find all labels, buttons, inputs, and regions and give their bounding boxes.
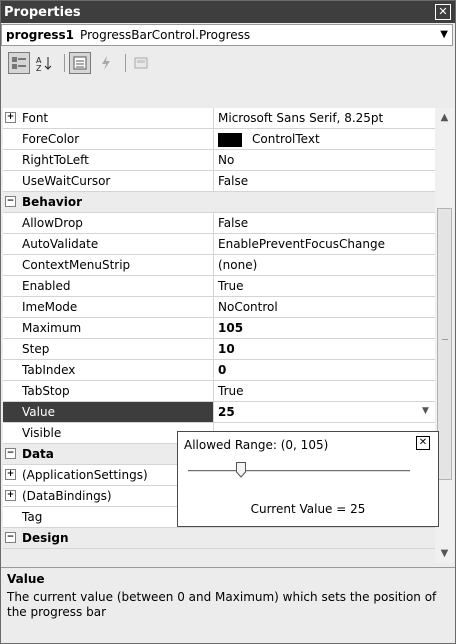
category-label: Design	[22, 531, 69, 545]
property-value-text: EnablePreventFocusChange	[218, 237, 385, 251]
toolbar: AZ	[1, 48, 455, 78]
close-icon[interactable]: ✕	[416, 436, 430, 450]
properties-window: Properties ✕ progress1 ProgressBarContro…	[0, 0, 456, 644]
object-selector[interactable]: progress1 ProgressBarControl.Progress ▼	[1, 24, 453, 46]
toolbar-separator	[64, 54, 65, 72]
property-row[interactable]: AutoValidate EnablePreventFocusChange	[3, 234, 435, 255]
property-value[interactable]: 0	[214, 360, 435, 380]
property-value-text: ControlText	[252, 132, 320, 146]
category-row[interactable]: − Design	[3, 528, 435, 549]
property-name: ContextMenuStrip	[3, 255, 214, 275]
property-value-text: 0	[218, 363, 227, 377]
value-editor-popup: Allowed Range: (0, 105) ✕ Current Value …	[177, 431, 439, 527]
property-name: Step	[3, 339, 214, 359]
property-value-text: 10	[218, 342, 235, 356]
close-icon[interactable]: ✕	[435, 4, 451, 20]
description-title: Value	[7, 572, 45, 586]
property-row[interactable]: AllowDrop False	[3, 213, 435, 234]
object-type: ProgressBarControl.Progress	[80, 28, 251, 42]
category-row[interactable]: − Behavior	[3, 192, 435, 213]
scroll-thumb[interactable]	[437, 208, 452, 480]
categorized-icon[interactable]	[8, 52, 30, 74]
property-value[interactable]: 105	[214, 318, 435, 338]
chevron-down-icon[interactable]: ▼	[418, 404, 433, 419]
property-value-text: 105	[218, 321, 244, 335]
property-value-text: True	[218, 279, 244, 293]
property-value-text: Microsoft Sans Serif, 8.25pt	[218, 111, 384, 125]
property-value[interactable]: EnablePreventFocusChange	[214, 234, 435, 254]
property-row[interactable]: ImeMode NoControl	[3, 297, 435, 318]
properties-icon[interactable]	[69, 52, 91, 74]
property-name: Enabled	[3, 276, 214, 296]
property-value[interactable]: Microsoft Sans Serif, 8.25pt	[214, 108, 435, 128]
property-row[interactable]: Value 25 ▼	[3, 402, 435, 423]
category-label: Behavior	[22, 195, 83, 209]
collapse-icon[interactable]: −	[5, 532, 16, 543]
property-value[interactable]: False	[214, 213, 435, 233]
property-name: AllowDrop	[3, 213, 214, 233]
property-row[interactable]: Enabled True	[3, 276, 435, 297]
property-row[interactable]: ContextMenuStrip (none)	[3, 255, 435, 276]
property-value-text: True	[218, 384, 244, 398]
property-name: Maximum	[3, 318, 214, 338]
property-value[interactable]: True	[214, 276, 435, 296]
description-pane: Value The current value (between 0 and M…	[1, 567, 455, 643]
scroll-up-icon[interactable]: ▲	[435, 108, 454, 127]
property-row[interactable]: TabStop True	[3, 381, 435, 402]
property-value-text: NoControl	[218, 300, 278, 314]
property-value[interactable]: No	[214, 150, 435, 170]
property-value[interactable]: ControlText	[214, 129, 435, 149]
current-value-label: Current Value = 25	[250, 502, 366, 516]
slider-track[interactable]	[188, 470, 410, 472]
property-name: UseWaitCursor	[3, 171, 214, 191]
property-value-text: (none)	[218, 258, 258, 272]
property-name: Value	[3, 402, 214, 422]
collapse-icon[interactable]: −	[5, 448, 16, 459]
property-name: Font	[3, 108, 214, 128]
property-row[interactable]: Maximum 105	[3, 318, 435, 339]
property-row[interactable]: Step 10	[3, 339, 435, 360]
property-value-text: False	[218, 216, 249, 230]
color-swatch	[218, 132, 242, 147]
property-value[interactable]: 25	[214, 402, 435, 422]
chevron-down-icon[interactable]: ▼	[440, 29, 448, 40]
expand-icon[interactable]: +	[5, 469, 16, 480]
property-value[interactable]: (none)	[214, 255, 435, 275]
object-name: progress1	[6, 28, 75, 42]
toolbar-separator	[125, 54, 126, 72]
collapse-icon[interactable]: −	[5, 196, 16, 207]
property-row[interactable]: ForeColor ControlText	[3, 129, 435, 150]
description-text: The current value (between 0 and Maximum…	[7, 590, 437, 619]
property-value-text: False	[218, 174, 249, 188]
expand-icon[interactable]: +	[5, 490, 16, 501]
property-name: RightToLeft	[3, 150, 214, 170]
expand-icon[interactable]: +	[5, 112, 16, 123]
property-name: TabIndex	[3, 360, 214, 380]
property-row[interactable]: TabIndex 0	[3, 360, 435, 381]
property-name: ImeMode	[3, 297, 214, 317]
property-value[interactable]: False	[214, 171, 435, 191]
property-pages-icon[interactable]	[130, 52, 152, 74]
property-row[interactable]: UseWaitCursor False	[3, 171, 435, 192]
alphabetical-icon[interactable]: AZ	[34, 52, 56, 74]
property-value-text: 25	[218, 405, 235, 419]
property-name: AutoValidate	[3, 234, 214, 254]
grip-icon	[442, 339, 448, 341]
property-row[interactable]: RightToLeft No	[3, 150, 435, 171]
slider-thumb[interactable]	[235, 462, 246, 478]
title-bar: Properties ✕	[1, 1, 455, 23]
property-value[interactable]: 10	[214, 339, 435, 359]
property-value-text: No	[218, 153, 235, 167]
property-value[interactable]: True	[214, 381, 435, 401]
property-value[interactable]: NoControl	[214, 297, 435, 317]
scroll-down-icon[interactable]: ▼	[435, 544, 454, 563]
property-name: ForeColor	[3, 129, 214, 149]
window-title: Properties	[4, 4, 81, 20]
property-name: TabStop	[3, 381, 214, 401]
events-icon[interactable]	[95, 52, 117, 74]
allowed-range-label: Allowed Range: (0, 105)	[184, 438, 329, 452]
svg-text:Z: Z	[36, 64, 42, 71]
property-row[interactable]: + Font Microsoft Sans Serif, 8.25pt	[3, 108, 435, 129]
